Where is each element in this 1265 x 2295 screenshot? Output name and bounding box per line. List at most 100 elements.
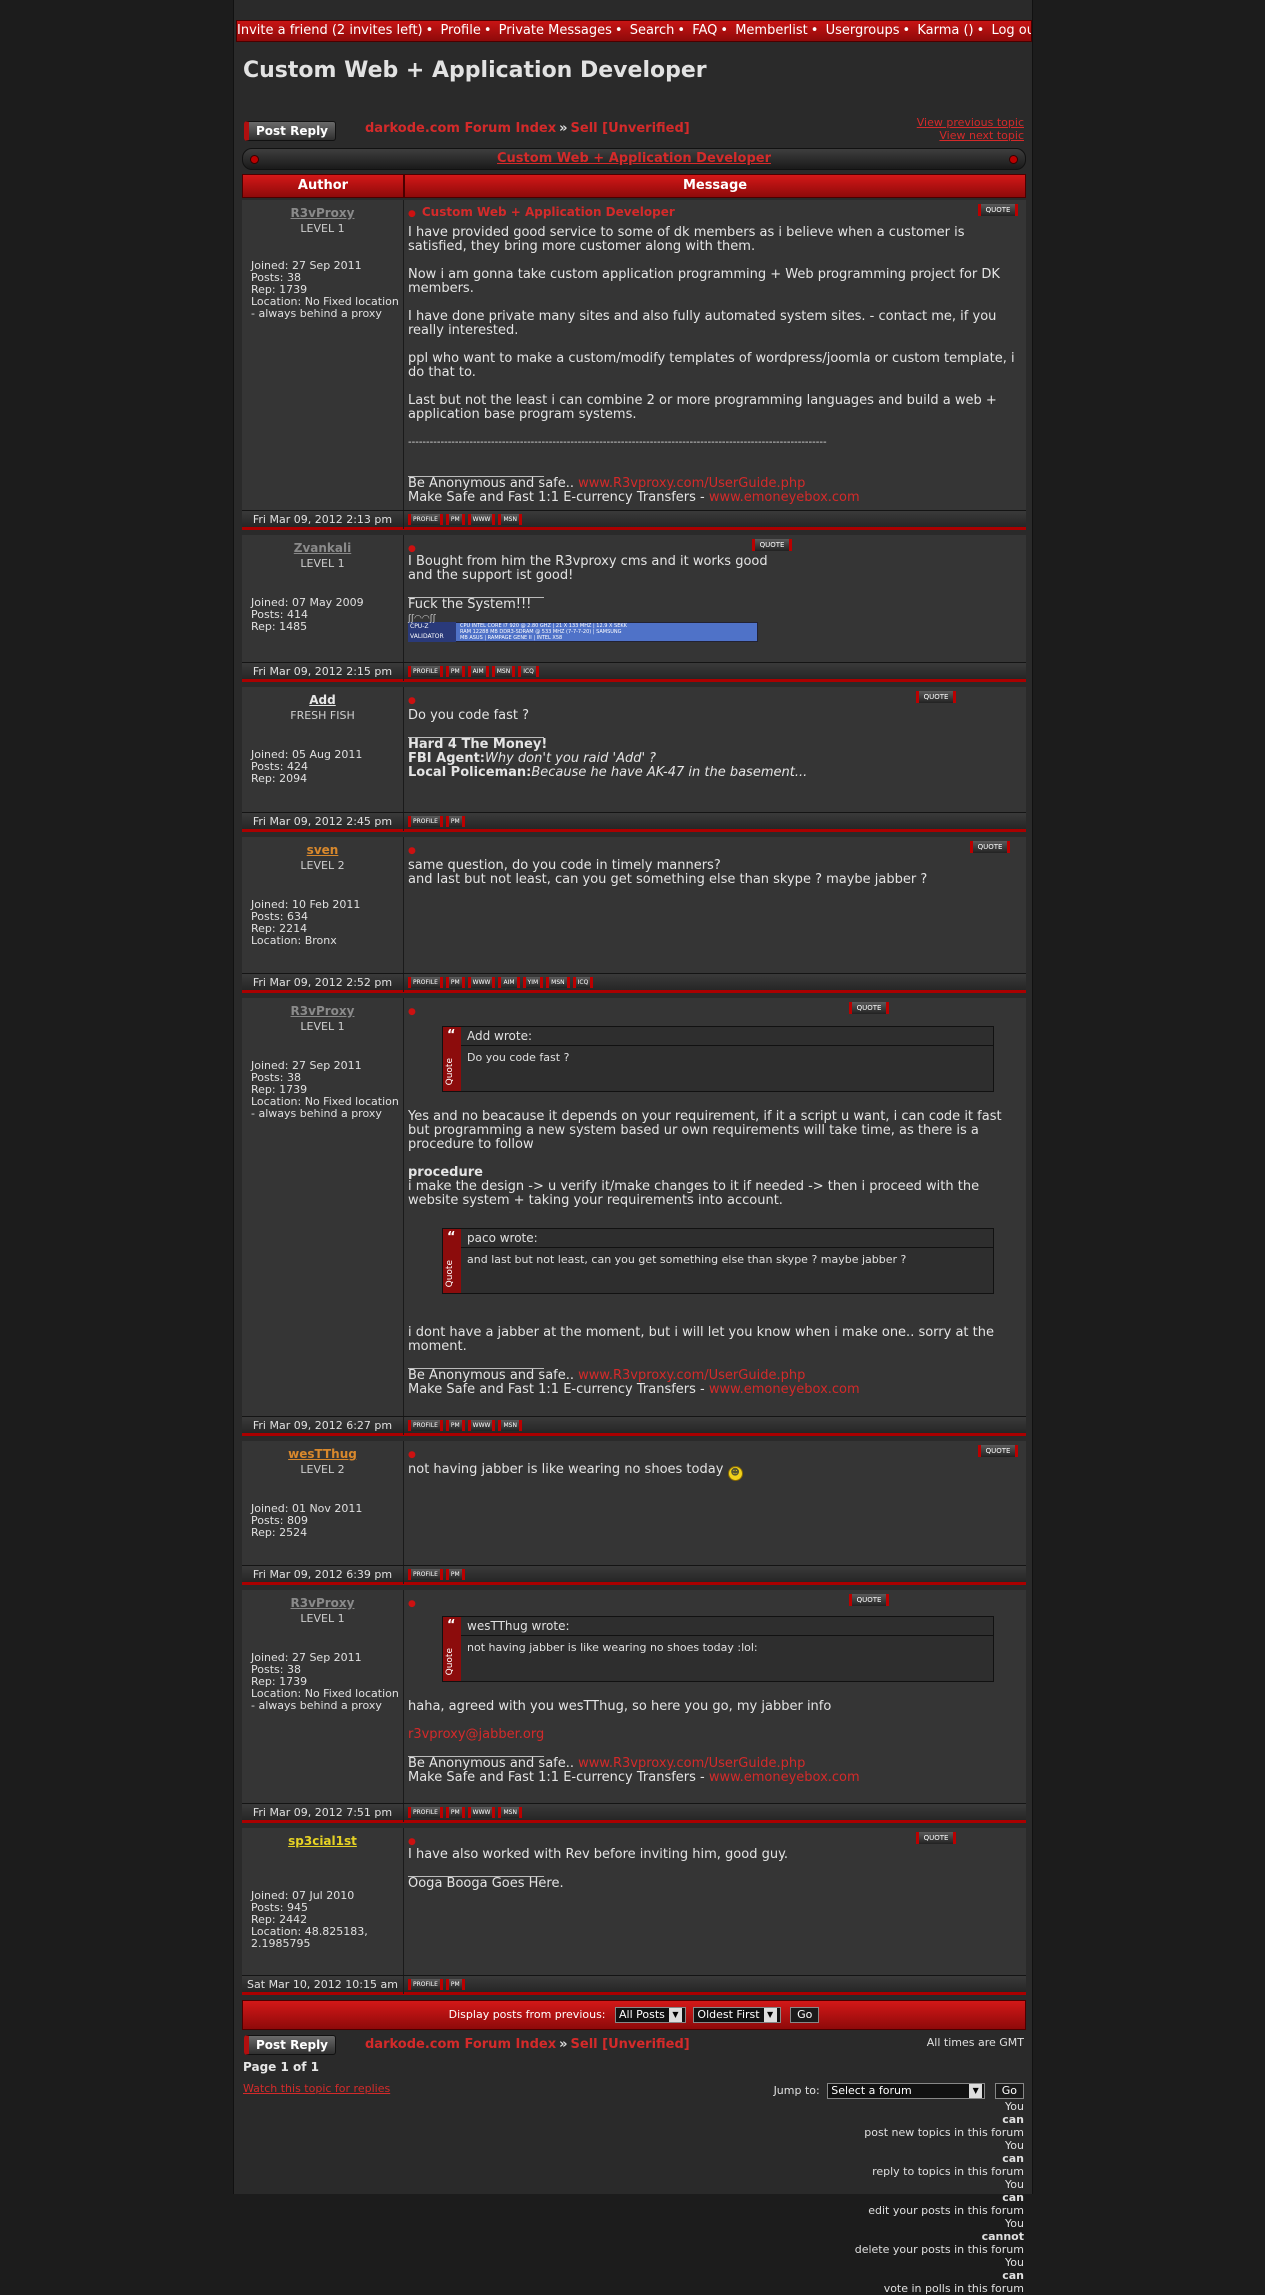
author-rank: LEVEL 2 [300,1463,345,1476]
post-paragraph: I have provided good service to some of … [408,225,965,254]
signature: Be Anonymous and safe.. www.R3vproxy.com… [408,477,1020,505]
post-date: Fri Mar 09, 2012 6:39 pm [242,1566,404,1584]
icq-button[interactable]: ICQ [572,977,594,988]
author-cell: sven LEVEL 2 Joined: 10 Feb 2011 Posts: … [242,837,404,973]
breadcrumb-forum-index[interactable]: darkode.com Forum Index [365,121,556,136]
pm-button[interactable]: PM [445,1979,465,1990]
pm-button[interactable]: PM [445,666,465,677]
msn-button[interactable]: MSN [498,1807,522,1818]
pm-button[interactable]: PM [445,514,465,525]
profile-button[interactable]: PROFILE [408,514,443,525]
author-name[interactable]: R3vProxy [242,1596,403,1610]
msn-button[interactable]: MSN [498,1420,522,1431]
post-paragraph: haha, agreed with you wesTThug, so here … [408,1699,832,1714]
permission-line: You can vote in polls in this forum [883,2256,1024,2295]
profile-button[interactable]: PROFILE [408,1569,443,1580]
jump-to-select[interactable]: Select a forum ▼ [827,2083,986,2099]
view-previous-topic-link[interactable]: View previous topic [917,116,1024,129]
permission-line: You can edit your posts in this forum [868,2178,1024,2217]
quote-button[interactable]: QUOTE [849,1594,889,1606]
quote-button[interactable]: QUOTE [916,691,956,703]
author-rep: Rep: 2524 [251,1526,308,1539]
yim-button[interactable]: YIM [522,977,544,988]
author-name[interactable]: sp3cial1st [242,1834,403,1848]
sig-link[interactable]: www.R3vproxy.com/UserGuide.php [578,1756,805,1771]
pm-button[interactable]: PM [445,1807,465,1818]
sig-link[interactable]: www.R3vproxy.com/UserGuide.php [578,1368,805,1383]
signature: Be Anonymous and safe.. www.R3vproxy.com… [408,1757,1020,1785]
topic-title-link[interactable]: Custom Web + Application Developer [497,151,771,166]
breadcrumb-forum[interactable]: Sell [Unverified] [571,121,690,136]
post-reply-button-top[interactable]: Post Reply [244,121,336,141]
pm-button[interactable]: PM [445,816,465,827]
nav-karma[interactable]: Karma () [917,23,973,38]
breadcrumb-forum-index[interactable]: darkode.com Forum Index [365,2037,556,2052]
post-icon: ● [408,544,416,554]
nav-search[interactable]: Search [630,23,675,38]
nav-private-messages[interactable]: Private Messages [499,23,612,38]
post-body: I Bought from him the R3vproxy cms and i… [408,555,1020,642]
msn-button[interactable]: MSN [546,977,570,988]
sig-link[interactable]: www.emoneyebox.com [709,1382,860,1397]
nav-faq[interactable]: FAQ [692,23,717,38]
post-body: I have provided good service to some of … [408,226,1020,505]
profile-button[interactable]: PROFILE [408,1979,443,1990]
profile-button[interactable]: PROFILE [408,977,443,988]
post-reply-button-bottom[interactable]: Post Reply [244,2035,336,2055]
profile-button[interactable]: PROFILE [408,1420,443,1431]
nav-invite[interactable]: Invite a friend (2 invites left) [237,23,423,38]
post-subject: ● [408,1446,422,1460]
author-name[interactable]: sven [242,843,403,857]
icq-button[interactable]: ICQ [518,666,539,677]
msn-button[interactable]: MSN [498,514,522,525]
profile-button[interactable]: PROFILE [408,1807,443,1818]
www-button[interactable]: WWW [467,1807,496,1818]
quote-button[interactable]: QUOTE [916,1832,956,1844]
pm-button[interactable]: PM [445,1420,465,1431]
profile-buttons: PROFILE PM AIM MSN ICQ [408,666,542,685]
nav-profile[interactable]: Profile [440,23,480,38]
author-name[interactable]: Zvankali [242,541,403,555]
quote-button[interactable]: QUOTE [978,1445,1018,1457]
post-date: Fri Mar 09, 2012 7:51 pm [242,1804,404,1822]
quote-side: “Quote [443,1229,461,1293]
www-button[interactable]: WWW [467,977,496,988]
nav-usergroups[interactable]: Usergroups [826,23,900,38]
watch-topic-link[interactable]: Watch this topic for replies [243,2082,390,2095]
jump-go-button[interactable]: Go [994,2083,1024,2099]
post-5: R3vProxy LEVEL 1 Joined: 27 Sep 2011 Pos… [242,998,1026,1439]
post-subject: ● Custom Web + Application Developer [408,205,675,219]
display-go-button[interactable]: Go [790,2007,820,2023]
www-button[interactable]: WWW [467,1420,496,1431]
order-select[interactable]: Oldest First ▼ [693,2007,781,2023]
quote-button[interactable]: QUOTE [978,204,1018,216]
view-next-topic-link[interactable]: View next topic [917,129,1024,142]
days-select[interactable]: All Posts ▼ [615,2007,686,2023]
nav-logout[interactable]: Log out [ Nassef ] [991,23,1031,38]
sig-link[interactable]: www.emoneyebox.com [709,490,860,505]
author-name[interactable]: R3vProxy [242,206,403,220]
author-stats: Joined: 07 May 2009 Posts: 414 Rep: 1485 [251,597,399,633]
author-name[interactable]: R3vProxy [242,1004,403,1018]
author-stats: Joined: 27 Sep 2011 Posts: 38 Rep: 1739 … [251,1060,399,1120]
quote-button[interactable]: QUOTE [849,1002,889,1014]
quote-button[interactable]: QUOTE [752,539,792,551]
aim-button[interactable]: AIM [498,977,520,988]
author-name[interactable]: Add [242,693,403,707]
message-cell: ● QUOTE I Bought from him the R3vproxy c… [404,535,1026,662]
www-button[interactable]: WWW [467,514,496,525]
profile-button[interactable]: PROFILE [408,816,443,827]
sig-link[interactable]: www.emoneyebox.com [709,1770,860,1785]
pm-button[interactable]: PM [445,1569,465,1580]
profile-button[interactable]: PROFILE [408,666,443,677]
msn-button[interactable]: MSN [491,666,516,677]
aim-button[interactable]: AIM [467,666,489,677]
nav-memberlist[interactable]: Memberlist [735,23,808,38]
breadcrumb-forum[interactable]: Sell [Unverified] [571,2037,690,2052]
author-location: Location: No Fixed location - always beh… [251,1095,399,1120]
jabber-address[interactable]: r3vproxy@jabber.org [408,1728,1020,1742]
sig-link[interactable]: www.R3vproxy.com/UserGuide.php [578,476,805,491]
quote-button[interactable]: QUOTE [970,841,1010,853]
author-name[interactable]: wesTThug [242,1447,403,1461]
pm-button[interactable]: PM [445,977,465,988]
